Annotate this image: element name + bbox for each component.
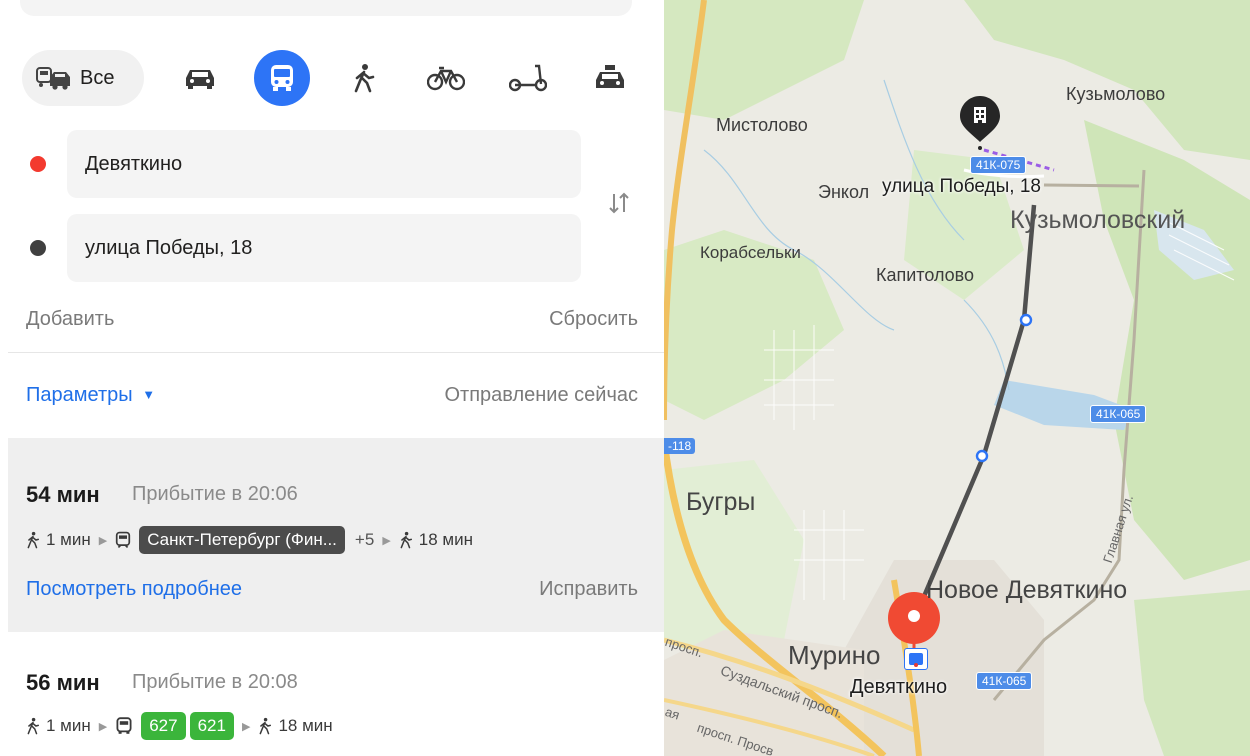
walk-end-time: 18 мин: [418, 530, 473, 549]
all-modes-icon: [36, 65, 72, 91]
train-icon: [115, 531, 131, 549]
place-label: Новое Девяткино: [926, 576, 1128, 604]
place-label: Бугры: [686, 488, 756, 516]
road-number-badge: 41К-075: [970, 156, 1027, 174]
place-label: Кузьмоловский: [1010, 206, 1186, 234]
walk-end-time: 18 мин: [278, 716, 333, 735]
route-actions: Добавить Сбросить: [26, 308, 638, 331]
route-option[interactable]: 56 мин Прибытие в 20:08 1 мин ▶ 627 621 …: [8, 632, 664, 756]
place-label: Кузьмолово: [1066, 84, 1166, 104]
destination-dot-icon: [30, 240, 46, 256]
pedestrian-icon: [26, 717, 40, 735]
arrow-right-icon: ▶: [98, 534, 108, 547]
origin-value: Девяткино: [85, 152, 183, 175]
departure-time-button[interactable]: Отправление сейчас: [445, 384, 639, 407]
walk-start-time: 1 мин: [46, 716, 91, 735]
bus-icon: [115, 717, 133, 735]
params-label: Параметры: [26, 384, 133, 406]
destination-input[interactable]: улица Победы, 18: [67, 214, 581, 282]
route-arrival: Прибытие в 20:06: [132, 483, 298, 505]
road-number-badge: 41К-065: [1090, 405, 1147, 423]
route-duration: 56 мин: [26, 670, 100, 695]
add-point-button[interactable]: Добавить: [26, 308, 114, 330]
transport-mode-tabs: Все: [22, 50, 642, 106]
pedestrian-icon[interactable]: [336, 50, 392, 106]
reset-button[interactable]: Сбросить: [549, 308, 638, 331]
divider: [8, 352, 664, 353]
place-label: Капитолово: [876, 265, 975, 285]
route-legs: 1 мин ▶ 627 621 ▶ 18 мин: [26, 712, 333, 740]
walk-start-time: 1 мин: [46, 530, 91, 549]
origin-input[interactable]: Девяткино: [67, 130, 581, 198]
place-label: Мурино: [788, 640, 881, 670]
swap-points-icon[interactable]: [604, 188, 634, 218]
route-duration: 54 мин: [26, 482, 100, 507]
road-number-badge: -118: [664, 438, 696, 454]
destination-map-label: улица Победы, 18: [882, 176, 1041, 197]
taxi-icon[interactable]: [582, 50, 638, 106]
view-details-link[interactable]: Посмотреть подробнее: [26, 578, 242, 601]
arrow-right-icon: ▶: [382, 534, 391, 547]
bus-icon[interactable]: [254, 50, 310, 106]
road-number-badge: 41К-065: [976, 672, 1033, 690]
route-arrival: Прибытие в 20:08: [132, 671, 298, 693]
arrow-right-icon: ▶: [98, 720, 108, 733]
place-label: Мистолово: [716, 115, 808, 135]
map-view[interactable]: 41К-075 41К-065 41К-065 -118 Кузьмолово …: [664, 0, 1250, 756]
station-label: Девяткино: [850, 676, 948, 698]
bus-number-badge: 621: [189, 712, 234, 740]
pedestrian-icon: [258, 717, 272, 735]
route-panel: Все Девяткино улица Победы, 18 Добавить …: [0, 0, 664, 756]
fix-route-link[interactable]: Исправить: [539, 578, 638, 601]
bicycle-icon[interactable]: [418, 50, 474, 106]
pedestrian-icon: [399, 531, 413, 549]
destination-pin-icon[interactable]: [958, 94, 1002, 150]
arrow-right-icon: ▶: [241, 720, 251, 733]
bus-number-badge: 627: [141, 712, 186, 740]
place-label: Корабсельки: [700, 243, 801, 262]
params-dropdown[interactable]: Параметры ▼: [26, 384, 155, 407]
map-canvas: [664, 0, 1250, 756]
mode-all-label: Все: [80, 66, 115, 89]
place-label: Энкол: [818, 182, 870, 202]
metro-station-icon[interactable]: [904, 648, 928, 670]
pedestrian-icon: [26, 531, 40, 549]
search-box-bottom: [20, 0, 632, 16]
route-option[interactable]: 54 мин Прибытие в 20:06 1 мин ▶ Санкт-Пе…: [8, 438, 664, 632]
destination-value: улица Победы, 18: [85, 236, 253, 259]
more-transfers: +5: [354, 530, 375, 549]
transport-badge: Санкт-Петербург (Фин...: [139, 526, 345, 554]
route-legs: 1 мин ▶ Санкт-Петербург (Фин... +5 ▶ 18 …: [26, 526, 473, 554]
car-icon[interactable]: [172, 50, 228, 106]
origin-dot-icon: [30, 156, 46, 172]
scooter-icon[interactable]: [500, 50, 556, 106]
mode-all-button[interactable]: Все: [22, 50, 144, 106]
chevron-down-icon: ▼: [142, 387, 156, 402]
